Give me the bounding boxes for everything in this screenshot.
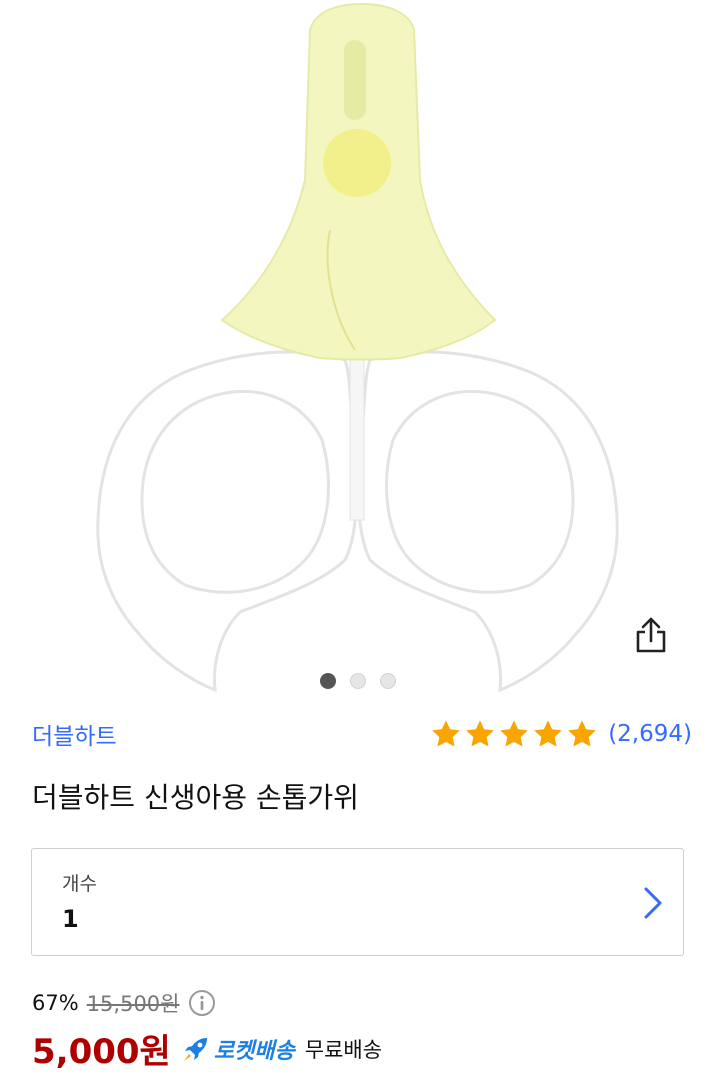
product-image-gallery[interactable] [0,0,715,705]
star-icon [534,720,562,747]
star-icon [466,720,494,747]
rocket-delivery-badge: 로켓배송 [181,1033,295,1065]
info-icon[interactable] [188,989,216,1017]
price-row: 5,000원 로켓배송 무료배송 [32,1024,382,1073]
free-shipping-label: 무료배송 [304,1037,383,1062]
rocket-delivery-label: 로켓배송 [213,1038,295,1064]
review-count[interactable]: (2,694) [608,721,692,747]
brand-rating-row: 더블하트 (2,694) [32,714,692,754]
share-icon [636,617,666,653]
brand-link[interactable]: 더블하트 [32,717,117,751]
discount-percent: 67% [32,991,79,1015]
quantity-value: 1 [62,905,79,933]
discount-row: 67% 15,500원 [32,988,216,1018]
rocket-icon [183,1037,207,1061]
scissors-image [96,2,619,693]
quantity-label: 개수 [62,873,97,895]
quantity-selector[interactable]: 개수 1 [31,848,684,956]
image-pager [0,673,715,689]
pager-dot-2[interactable] [349,673,366,689]
original-price: 15,500원 [86,992,180,1016]
pager-dot-1[interactable] [319,673,336,689]
star-icon [568,720,596,747]
share-button[interactable] [628,612,674,658]
pager-dot-3[interactable] [379,673,396,689]
chevron-right-icon [644,887,662,919]
star-icon [432,720,460,747]
rating[interactable]: (2,694) [430,718,692,750]
star-icon [500,720,528,747]
product-title: 더블하트 신생아용 손톱가위 [32,781,359,814]
sale-price: 5,000원 [32,1032,171,1072]
